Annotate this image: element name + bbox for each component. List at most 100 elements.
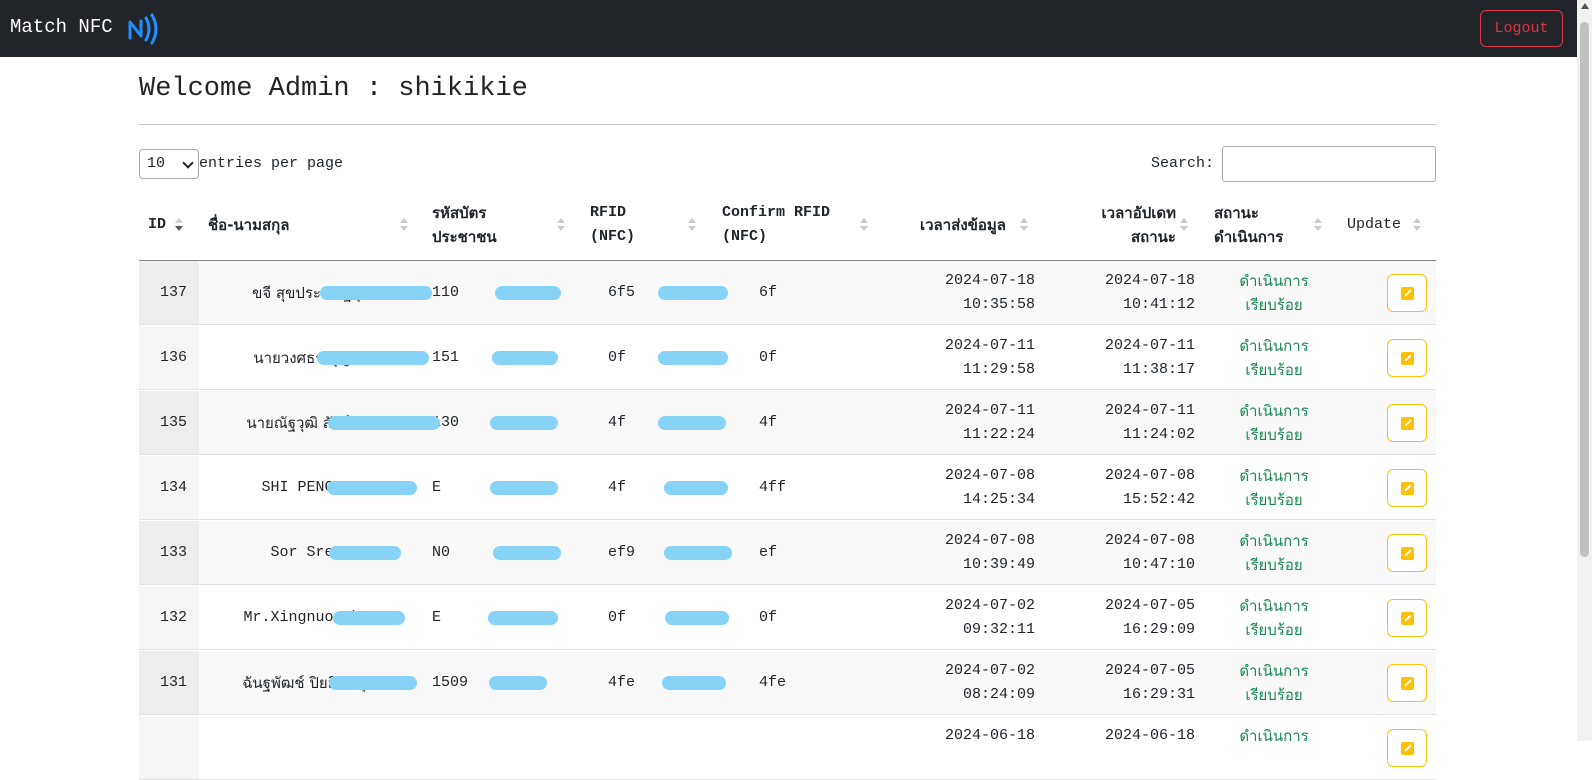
edit-button[interactable] xyxy=(1387,469,1427,507)
row-sent-clock: 11:29:58 xyxy=(962,361,1035,378)
row-status: ดำเนินการ เรียบร้อย xyxy=(1201,464,1347,512)
row-id: 136 xyxy=(159,349,187,366)
edit-button[interactable] xyxy=(1387,534,1427,572)
row-update-date: 2024-07-18 xyxy=(1104,272,1195,289)
table-row: 131 ฉันฐพัฒช์ ปิยสิทธิคุณ 1509 4fe 4fe 2024-0… xyxy=(139,651,1436,715)
search-input[interactable] xyxy=(1222,146,1436,182)
th-sent-time[interactable]: เวลาส่งข้อมูล xyxy=(920,213,1006,237)
row-citizen-id: 110 xyxy=(432,284,460,301)
row-id: 132 xyxy=(159,609,187,626)
row-rfid: 0f xyxy=(608,609,627,626)
row-confirm-rfid: 0f xyxy=(759,609,778,626)
row-update-time: 2024-07-11 11:38:17 xyxy=(1039,334,1195,382)
pencil-square-icon xyxy=(1401,482,1414,495)
logout-button[interactable]: Logout xyxy=(1480,10,1563,47)
scrollbar[interactable] xyxy=(1577,0,1592,741)
pencil-square-icon xyxy=(1401,287,1414,300)
row-status: ดำเนินการเรียบร้อย xyxy=(1201,399,1347,447)
brand-text: Match NFC xyxy=(10,16,113,38)
sort-icon xyxy=(688,218,696,232)
row-status-line-1: ดำเนินการ xyxy=(1239,402,1309,420)
row-status: ดำเนินการ xyxy=(1201,724,1347,748)
th-confirm-rfid-label-1: Confirm RFID xyxy=(722,204,831,221)
entries-per-page-select[interactable]: 10 xyxy=(139,149,199,179)
th-update-time[interactable]: เวลาอัปเดท สถานะ xyxy=(1080,201,1176,249)
row-update-clock: 15:52:42 xyxy=(1122,491,1195,508)
redaction-mark xyxy=(490,416,558,430)
scroll-up-arrow-icon[interactable] xyxy=(1581,3,1589,9)
edit-button[interactable] xyxy=(1387,599,1427,637)
redaction-mark xyxy=(658,351,728,365)
edit-button[interactable] xyxy=(1387,664,1427,702)
th-id[interactable]: ID xyxy=(148,213,166,237)
row-rfid: 4f xyxy=(608,414,627,431)
row-status: ดำเนินการ เรียบร้อย xyxy=(1201,334,1347,382)
row-status: ดำเนินการ เรียบร้อย xyxy=(1201,594,1347,642)
table-row: 135 นายณัฐวุฒิ สังข์ทอง 130 4f 4f 2024-07-11 1… xyxy=(139,391,1436,455)
row-update-time: 2024-07-11 11:24:02 xyxy=(1039,399,1195,447)
th-status-label-1: สถานะ xyxy=(1214,204,1259,222)
row-rfid: 6f5 xyxy=(608,284,636,301)
row-sent-time: 2024-06-18 xyxy=(879,724,1035,748)
row-rfid: 4fe xyxy=(608,674,636,691)
th-rfid-label-2: (NFC) xyxy=(590,228,636,245)
pencil-square-icon xyxy=(1401,677,1414,690)
redaction-mark xyxy=(488,611,558,625)
redaction-mark xyxy=(489,676,547,690)
redaction-mark xyxy=(664,546,732,560)
row-update-time: 2024-07-05 16:29:09 xyxy=(1039,594,1195,642)
sort-icon xyxy=(1180,218,1188,232)
row-status-line-2: เรียบร้อย xyxy=(1245,491,1303,509)
th-confirm-rfid[interactable]: Confirm RFID (NFC) xyxy=(722,201,830,249)
edit-button[interactable] xyxy=(1387,339,1427,377)
edit-button[interactable] xyxy=(1387,729,1427,767)
row-update-date: 2024-07-11 xyxy=(1104,337,1195,354)
th-name[interactable]: ชื่อ-นามสกุล xyxy=(208,213,289,237)
pencil-square-icon xyxy=(1401,612,1414,625)
redaction-mark xyxy=(333,611,405,625)
sort-icon xyxy=(1020,218,1028,232)
row-sent-clock: 10:35:58 xyxy=(962,296,1035,313)
row-status: ดำเนินการ เรียบร้อย xyxy=(1201,529,1347,577)
row-status-line-1: ดำเนินการ xyxy=(1239,597,1309,615)
th-cid-label-2: ประชาชน xyxy=(432,228,497,246)
redaction-mark xyxy=(658,416,726,430)
row-sent-date: 2024-07-08 xyxy=(944,532,1035,549)
redaction-mark xyxy=(327,481,417,495)
edit-button[interactable] xyxy=(1387,274,1427,312)
row-update-clock: 10:47:10 xyxy=(1122,556,1195,573)
redaction-mark xyxy=(490,481,558,495)
row-citizen-id: 1509 xyxy=(432,674,469,691)
th-status[interactable]: สถานะ ดำเนินการ xyxy=(1214,201,1283,249)
edit-button[interactable] xyxy=(1387,404,1427,442)
th-id-label: ID xyxy=(148,216,167,233)
row-rfid: 0f xyxy=(608,349,627,366)
th-update[interactable]: Update xyxy=(1347,213,1401,237)
table-row: 133 Sor Sreng N0 ef9 ef 2024-07-08 10:39:49 202… xyxy=(139,521,1436,585)
pencil-square-icon xyxy=(1401,742,1414,755)
table-row: 136 นายวงศธร บุญมา 151 0f 0f 2024-07-11 11:29:… xyxy=(139,326,1436,390)
row-update-date: 2024-07-05 xyxy=(1104,662,1195,679)
th-rfid-label-1: RFID xyxy=(590,204,627,221)
brand[interactable]: Match NFC xyxy=(10,16,113,38)
row-id: 133 xyxy=(159,544,187,561)
row-confirm-rfid: 0f xyxy=(759,349,778,366)
row-status: ดำเนินการ เรียบร้อย xyxy=(1201,269,1347,317)
th-rfid[interactable]: RFID (NFC) xyxy=(590,201,635,249)
sort-icon xyxy=(1314,218,1322,232)
row-status-line-2: เรียบร้อย xyxy=(1245,426,1303,444)
page-title: Welcome Admin : shikikie xyxy=(139,74,528,104)
row-update-clock: 11:38:17 xyxy=(1122,361,1195,378)
th-cid[interactable]: รหัสบัตร ประชาชน xyxy=(432,201,497,249)
row-sent-date: 2024-07-11 xyxy=(944,402,1035,419)
row-sent-clock: 14:25:34 xyxy=(962,491,1035,508)
row-update-clock: 16:29:31 xyxy=(1122,686,1195,703)
scroll-thumb[interactable] xyxy=(1580,22,1589,557)
row-confirm-rfid: 4ff xyxy=(759,479,787,496)
row-status-line-2: เรียบร้อย xyxy=(1245,361,1303,379)
row-update-date: 2024-06-18 xyxy=(1104,727,1195,744)
table-row: 137 ขจี สุขประเสริฐกุล 110 6f5 6f 2024-07-18 1… xyxy=(139,261,1436,325)
row-sent-time: 2024-07-18 10:35:58 xyxy=(879,269,1035,317)
redaction-mark xyxy=(665,611,729,625)
redaction-mark xyxy=(492,351,558,365)
